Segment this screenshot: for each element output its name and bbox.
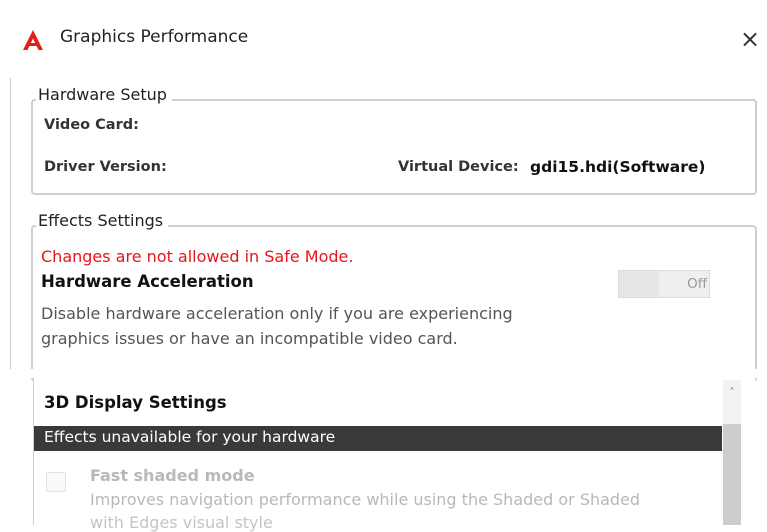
- driver-version-label: Driver Version:: [44, 159, 167, 175]
- virtual-device-label: Virtual Device:: [398, 159, 519, 175]
- fast-shaded-mode-checkbox[interactable]: [46, 472, 66, 492]
- panel-border: [33, 378, 34, 525]
- hardware-setup-group: [31, 99, 757, 195]
- hardware-acceleration-description: Disable hardware acceleration only if yo…: [41, 301, 601, 351]
- unavailable-banner-text: Effects unavailable for your hardware: [44, 428, 336, 446]
- hardware-setup-legend: Hardware Setup: [36, 85, 172, 104]
- fast-shaded-mode-description-cont: with Edges visual style: [90, 513, 273, 532]
- window-title: Graphics Performance: [60, 27, 249, 47]
- effects-settings-legend: Effects Settings: [36, 211, 169, 230]
- safe-mode-warning: Changes are not allowed in Safe Mode.: [41, 247, 354, 266]
- toggle-state-label: Off: [687, 276, 707, 292]
- scroll-up-arrow-icon[interactable]: ˄: [723, 382, 741, 404]
- fast-shaded-mode-description: Improves navigation performance while us…: [90, 490, 641, 509]
- video-card-label: Video Card:: [44, 117, 139, 133]
- section-gap: [0, 369, 767, 378]
- fast-shaded-mode-label: Fast shaded mode: [90, 466, 255, 485]
- hardware-acceleration-desc-line2: graphics issues or have an incompatible …: [41, 329, 458, 348]
- virtual-device-value: gdi15.hdi(Software): [530, 158, 706, 176]
- hardware-acceleration-desc-line1: Disable hardware acceleration only if yo…: [41, 304, 513, 323]
- hardware-acceleration-toggle[interactable]: Off: [618, 270, 710, 298]
- 3d-display-settings-title: 3D Display Settings: [44, 393, 227, 412]
- close-button[interactable]: ×: [735, 22, 765, 56]
- autocad-logo-icon: [23, 30, 43, 50]
- hardware-acceleration-title: Hardware Acceleration: [41, 272, 254, 291]
- scrollbar-thumb[interactable]: [723, 424, 741, 525]
